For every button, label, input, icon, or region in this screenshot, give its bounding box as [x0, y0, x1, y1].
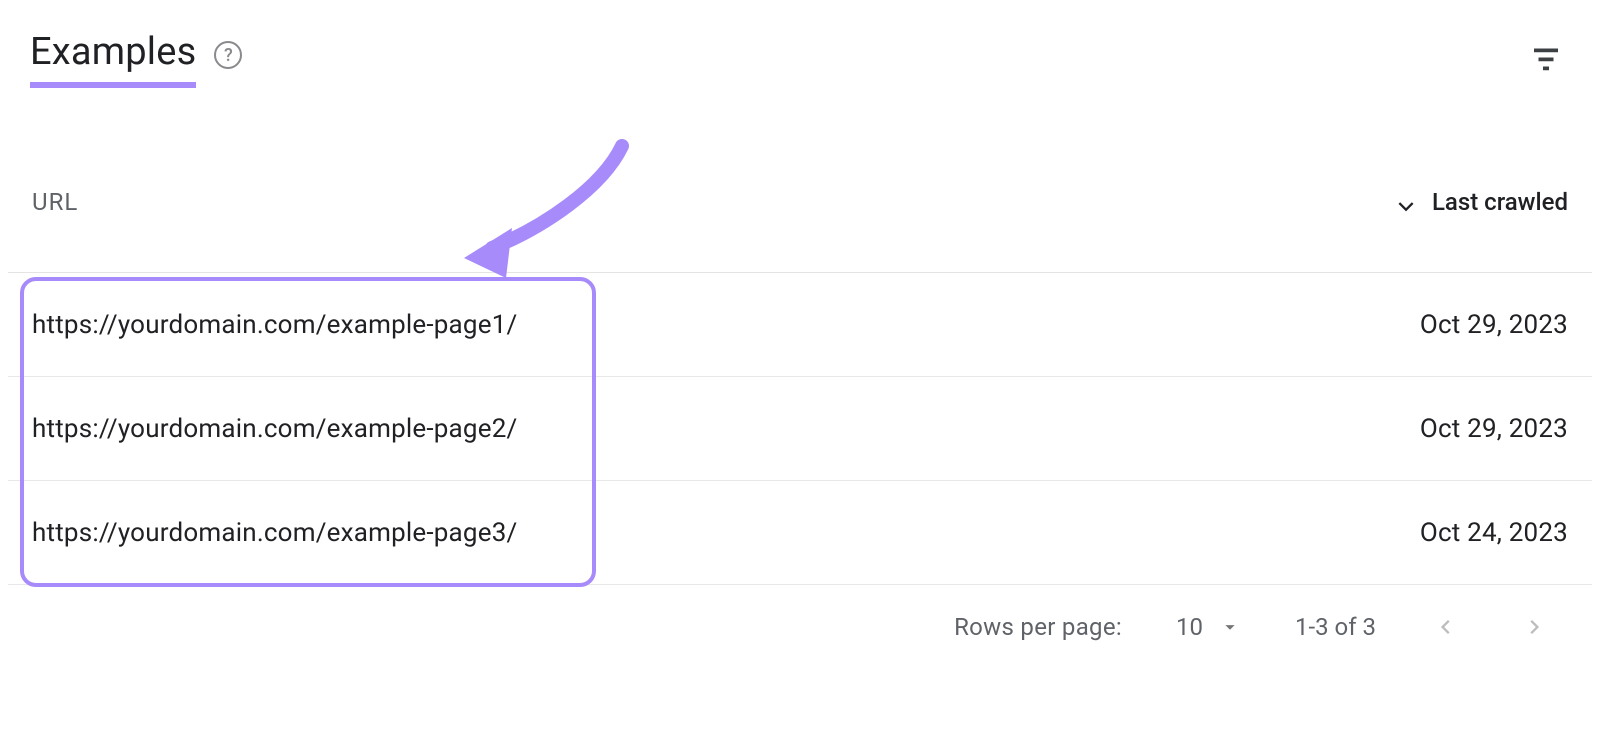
cell-url: https://yourdomain.com/example-page1/ [32, 310, 517, 340]
cell-url: https://yourdomain.com/example-page3/ [32, 518, 517, 548]
chevron-down-icon [1219, 616, 1241, 638]
page-range: 1-3 of 3 [1295, 613, 1376, 641]
next-page-button[interactable] [1514, 605, 1558, 649]
cell-date: Oct 29, 2023 [1420, 310, 1568, 340]
table-row[interactable]: https://yourdomain.com/example-page3/ Oc… [8, 481, 1592, 585]
table-body: https://yourdomain.com/example-page1/ Oc… [8, 273, 1592, 585]
examples-table: URL Last crawled https://yourdomain.com/… [8, 188, 1592, 649]
pagination: Rows per page: 10 1-3 of 3 [8, 585, 1592, 649]
header: Examples ? [0, 0, 1600, 98]
col-url: URL [32, 188, 78, 216]
col-last-crawled-label: Last crawled [1432, 188, 1568, 216]
filter-icon[interactable] [1522, 35, 1570, 83]
cell-url: https://yourdomain.com/example-page2/ [32, 414, 517, 444]
rows-per-page-value: 10 [1176, 613, 1203, 641]
rows-per-page-select[interactable]: 10 [1168, 609, 1249, 645]
col-last-crawled[interactable]: Last crawled [1392, 188, 1568, 216]
cell-date: Oct 24, 2023 [1420, 518, 1568, 548]
page-title: Examples [30, 30, 196, 88]
table-row[interactable]: https://yourdomain.com/example-page2/ Oc… [8, 377, 1592, 481]
table-header: URL Last crawled [8, 188, 1592, 273]
prev-page-button[interactable] [1422, 605, 1466, 649]
arrow-down-icon [1392, 188, 1420, 216]
cell-date: Oct 29, 2023 [1420, 414, 1568, 444]
help-icon[interactable]: ? [214, 41, 242, 69]
table-row[interactable]: https://yourdomain.com/example-page1/ Oc… [8, 273, 1592, 377]
title-wrap: Examples ? [30, 30, 242, 88]
pagination-nav [1422, 605, 1558, 649]
rows-per-page-label: Rows per page: [954, 613, 1122, 641]
